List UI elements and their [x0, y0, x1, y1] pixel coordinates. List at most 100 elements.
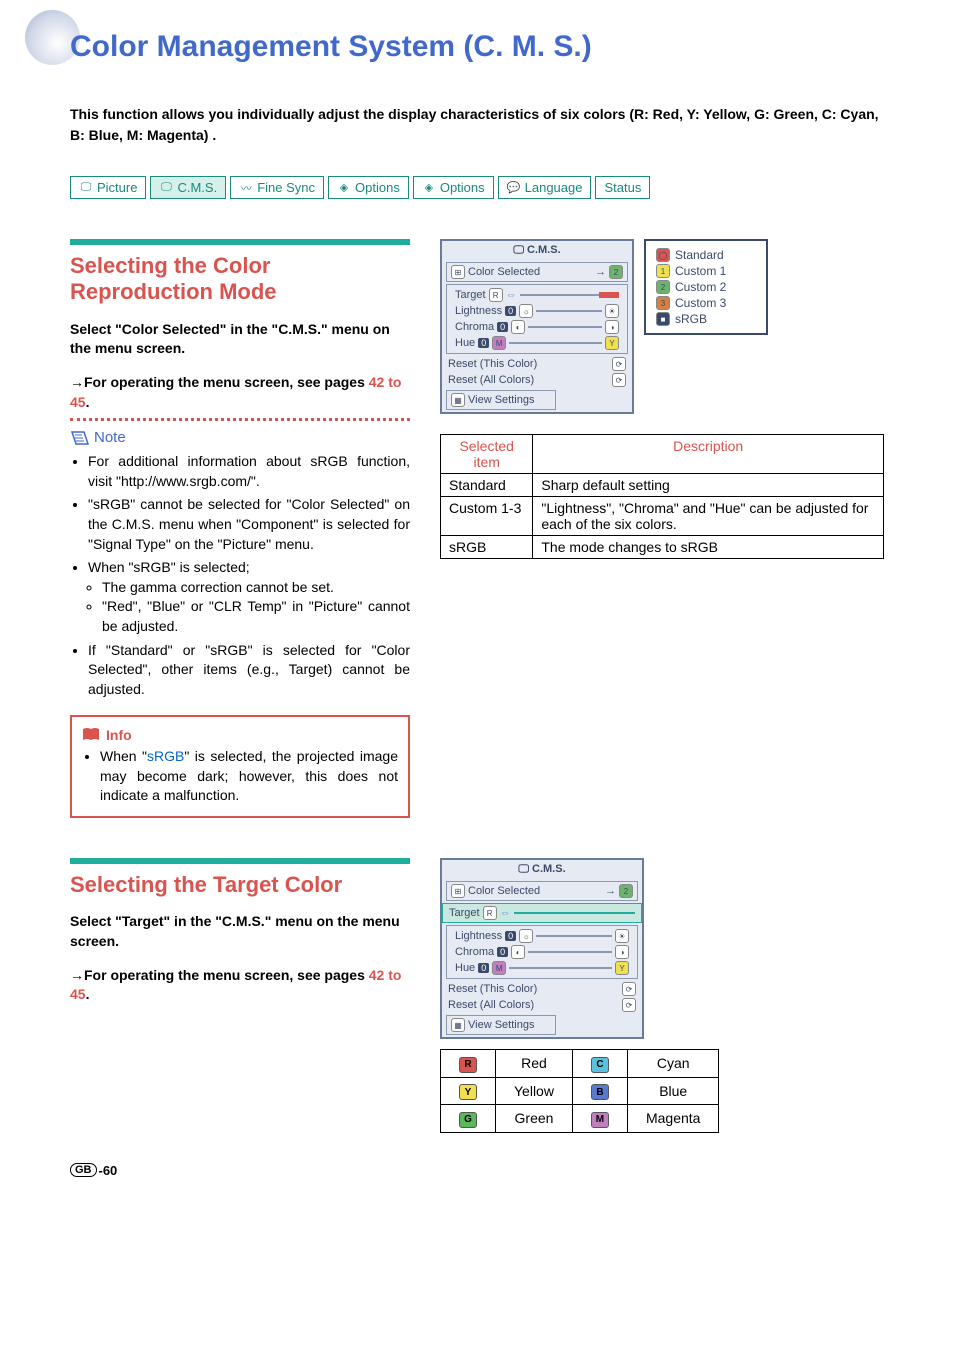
tab-language[interactable]: 💬Language	[498, 176, 592, 199]
sun-icon: ☼	[519, 304, 533, 318]
page-footer: GB-60	[70, 1163, 884, 1178]
cms-icon: 🖵	[159, 181, 173, 195]
note-heading: Note	[70, 429, 410, 446]
osd-title: 🖵 C.M.S.	[442, 241, 632, 260]
book-icon	[82, 728, 100, 742]
info-box: Info When "sRGB" is selected, the projec…	[70, 715, 410, 818]
table-header-item: Selected item	[441, 435, 533, 474]
osd-view-settings: ▦View Settings	[446, 1015, 556, 1035]
note-item: If "Standard" or "sRGB" is selected for …	[88, 641, 410, 700]
palette-icon: ⊞	[451, 265, 465, 279]
y-chip-icon: Y	[605, 336, 619, 350]
table-row: G Green M Magenta	[441, 1105, 719, 1133]
popup-item-custom3: 3Custom 3	[656, 295, 756, 311]
gb-badge: GB	[70, 1163, 97, 1177]
srgb-link: sRGB	[147, 748, 184, 764]
palette-icon: ⊞	[451, 884, 465, 898]
tab-status[interactable]: Status	[595, 176, 650, 199]
tab-picture[interactable]: 🖵Picture	[70, 176, 146, 199]
chroma-icon: ◐	[511, 945, 525, 959]
osd-color-selected: ⊞Color Selected→2	[446, 881, 638, 901]
popup-item-custom1: 1Custom 1	[656, 263, 756, 279]
instruction-operate-menu: → For operating the menu screen, see pag…	[70, 373, 410, 412]
note-item: "sRGB" cannot be selected for "Color Sel…	[88, 495, 410, 554]
tab-cms[interactable]: 🖵C.M.S.	[150, 176, 226, 199]
tab-options-2[interactable]: ◈Options	[413, 176, 494, 199]
table-row: R Red C Cyan	[441, 1050, 719, 1078]
table-row: Custom 1-3"Lightness", "Chroma" and "Hue…	[441, 497, 884, 536]
osd-chroma: Chroma0◐◑	[449, 944, 635, 960]
osd-lightness: Lightness0☼☀	[449, 303, 625, 319]
reset-icon: ⟳	[622, 998, 636, 1012]
custom-2-icon: 2	[609, 265, 623, 279]
reset-icon: ⟳	[612, 373, 626, 387]
menu-tab-bar: 🖵Picture 🖵C.M.S. 〰Fine Sync ◈Options ◈Op…	[70, 176, 884, 199]
osd-target: TargetR⇔	[449, 287, 625, 303]
r-chip-icon: R	[489, 288, 503, 302]
osd-reset-this: Reset (This Color)⟳	[442, 356, 632, 372]
sun-icon: ☀	[615, 929, 629, 943]
note-subitem: The gamma correction cannot be set.	[102, 578, 410, 598]
table-row: sRGBThe mode changes to sRGB	[441, 536, 884, 559]
note-icon	[70, 430, 90, 446]
sun-icon: ☼	[519, 929, 533, 943]
table-header-description: Description	[533, 435, 884, 474]
instruction-operate-menu: → For operating the menu screen, see pag…	[70, 966, 410, 1005]
picture-icon: 🖵	[79, 181, 93, 195]
chroma-icon: ◐	[511, 320, 525, 334]
arrow-right-icon: →	[70, 966, 84, 986]
tab-fine-sync[interactable]: 〰Fine Sync	[230, 176, 324, 199]
osd-title: 🖵 C.M.S.	[442, 860, 642, 879]
sun-icon: ☀	[605, 304, 619, 318]
note-subitem: "Red", "Blue" or "CLR Temp" in "Picture"…	[102, 597, 410, 636]
view-icon: ▦	[451, 1018, 465, 1032]
osd-menu-1: 🖵 C.M.S. ⊞Color Selected→2 TargetR⇔ Ligh…	[440, 239, 634, 414]
arrow-right-icon: →	[70, 373, 84, 393]
instruction-select-color: Select "Color Selected" in the "C.M.S." …	[70, 320, 410, 359]
description-table: Selected item Description StandardSharp …	[440, 434, 884, 559]
instruction-select-target: Select "Target" in the "C.M.S." menu on …	[70, 912, 410, 951]
osd-lightness: Lightness0☼☀	[449, 928, 635, 944]
osd-target-highlighted: TargetR⇔	[442, 903, 642, 923]
table-row: Y Yellow B Blue	[441, 1077, 719, 1105]
popup-item-standard: ◯Standard	[656, 247, 756, 263]
intro-text: This function allows you individually ad…	[70, 104, 884, 146]
r-chip-icon: R	[483, 906, 497, 920]
b-chip-icon: B	[591, 1084, 609, 1100]
target-color-table: R Red C Cyan Y Yellow B Blue G Green M M…	[440, 1049, 719, 1133]
m-chip-icon: M	[591, 1112, 609, 1128]
osd-menu-2: 🖵 C.M.S. ⊞Color Selected→2 TargetR⇔ Ligh…	[440, 858, 644, 1039]
diamond-icon: ◈	[422, 181, 436, 195]
osd-chroma: Chroma0◐◑	[449, 319, 625, 335]
reset-icon: ⟳	[622, 982, 636, 996]
note-item: When "sRGB" is selected; The gamma corre…	[88, 558, 410, 636]
custom-3-icon: 3	[656, 296, 670, 310]
osd-reset-all: Reset (All Colors)⟳	[442, 997, 642, 1013]
osd-color-selected: ⊞Color Selected→2	[446, 262, 628, 282]
chroma-icon: ◑	[605, 320, 619, 334]
r-chip-icon: R	[459, 1057, 477, 1073]
tab-options-1[interactable]: ◈Options	[328, 176, 409, 199]
reset-icon: ⟳	[612, 357, 626, 371]
srgb-icon: ■	[656, 312, 670, 326]
custom-1-icon: 1	[656, 264, 670, 278]
speech-icon: 💬	[507, 181, 521, 195]
osd-reset-all: Reset (All Colors)⟳	[442, 372, 632, 388]
m-chip-icon: M	[492, 336, 506, 350]
custom-2-icon: 2	[619, 884, 633, 898]
osd-view-settings: ▦View Settings	[446, 390, 556, 410]
table-row: StandardSharp default setting	[441, 474, 884, 497]
custom-2-icon: 2	[656, 280, 670, 294]
section-divider	[70, 858, 410, 864]
note-list: For additional information about sRGB fu…	[70, 452, 410, 699]
color-selected-popup: ◯Standard 1Custom 1 2Custom 2 3Custom 3 …	[644, 239, 768, 335]
popup-item-custom2: 2Custom 2	[656, 279, 756, 295]
section-heading-target: Selecting the Target Color	[70, 872, 410, 898]
section-heading-color-mode: Selecting the Color Reproduction Mode	[70, 253, 410, 306]
section-divider	[70, 239, 410, 245]
osd-reset-this: Reset (This Color)⟳	[442, 981, 642, 997]
chroma-icon: ◑	[615, 945, 629, 959]
wave-icon: 〰	[239, 181, 253, 195]
y-chip-icon: Y	[615, 961, 629, 975]
info-heading: Info	[82, 727, 398, 743]
